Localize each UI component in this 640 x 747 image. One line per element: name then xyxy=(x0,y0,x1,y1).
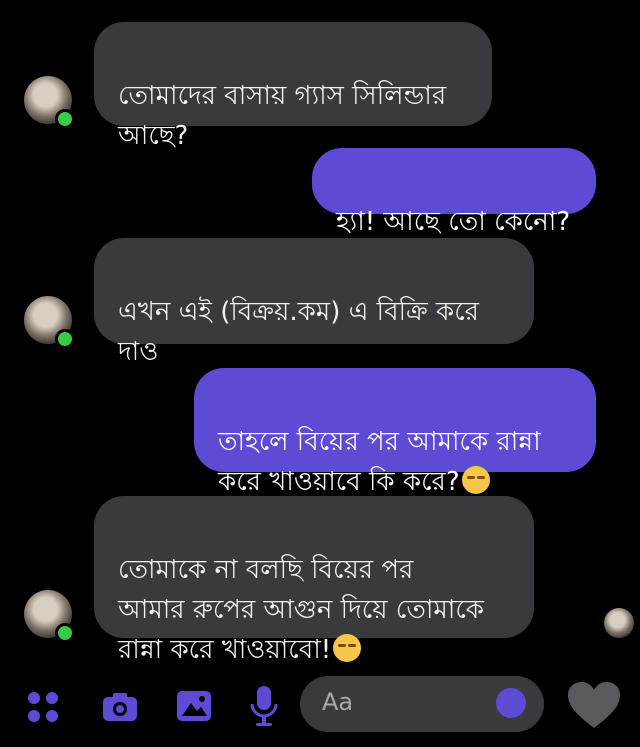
microphone-icon[interactable] xyxy=(246,684,282,726)
message-text: তোমাদের বাসায় গ্যাস সিলিন্ডার আছে? xyxy=(118,81,447,151)
message-outgoing-2[interactable]: তাহলে বিয়ের পর আমাকে রান্না করে খাওয়াব… xyxy=(194,368,596,497)
online-indicator-3 xyxy=(55,623,75,643)
seen-avatar xyxy=(604,608,634,638)
apps-icon[interactable] xyxy=(24,688,64,728)
message-text: তোমাকে না বলছি বিয়ের পর আমার রুপের আগুন… xyxy=(118,555,484,665)
relieved-emoji-icon xyxy=(333,634,362,662)
message-incoming-3[interactable]: তোমাকে না বলছি বিয়ের পর আমার রুপের আগুন… xyxy=(94,496,534,665)
message-input[interactable]: Aa xyxy=(300,676,544,732)
message-outgoing-1[interactable]: হ্যা! আছে তো কেনো? xyxy=(312,148,596,237)
heart-icon[interactable] xyxy=(566,680,622,728)
online-indicator-2 xyxy=(55,329,75,349)
message-text: এখন এই (বিক্রয়.কম) এ বিক্রি করে দাও xyxy=(118,297,479,367)
emoji-icon[interactable] xyxy=(496,688,526,718)
message-incoming-2[interactable]: এখন এই (বিক্রয়.কম) এ বিক্রি করে দাও xyxy=(94,238,534,367)
message-text: হ্যা! আছে তো কেনো? xyxy=(336,207,571,237)
relieved-emoji-icon xyxy=(461,466,490,494)
composer-bar: Aa xyxy=(0,676,640,740)
input-placeholder: Aa xyxy=(322,688,354,716)
gallery-icon[interactable] xyxy=(174,686,214,726)
message-incoming-1[interactable]: তোমাদের বাসায় গ্যাস সিলিন্ডার আছে? xyxy=(94,22,492,151)
message-text: তাহলে বিয়ের পর আমাকে রান্না করে খাওয়াব… xyxy=(218,427,541,497)
camera-icon[interactable] xyxy=(100,688,140,728)
online-indicator-1 xyxy=(55,109,75,129)
